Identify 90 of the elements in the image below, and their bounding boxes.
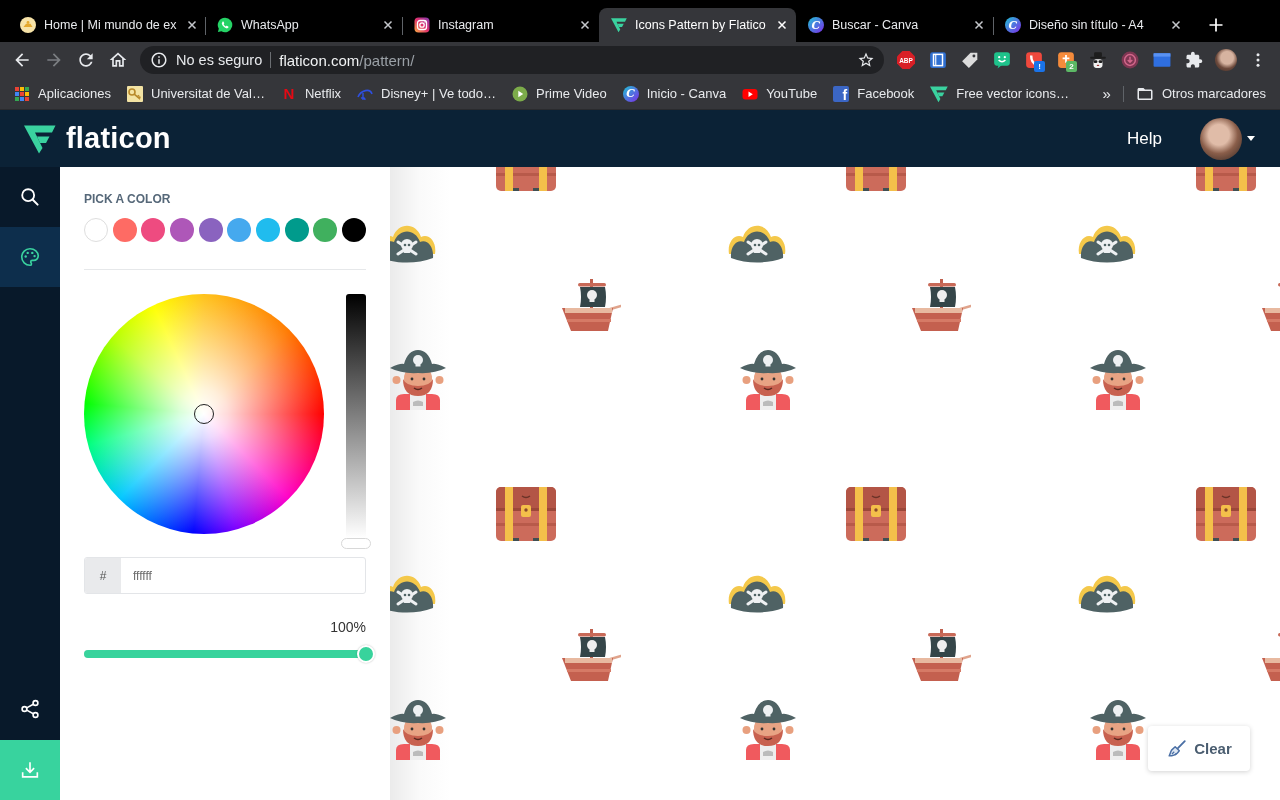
extension-badge: 2: [1066, 61, 1077, 72]
help-link[interactable]: Help: [1127, 128, 1162, 149]
security-label: No es seguro: [176, 52, 263, 68]
brightness-slider[interactable]: [341, 294, 371, 549]
apps-grid-icon: [14, 85, 30, 102]
pirate-icon: [740, 700, 796, 760]
clear-button[interactable]: Clear: [1148, 726, 1250, 771]
phone-bubble-icon: [217, 17, 233, 33]
avatar[interactable]: [1215, 49, 1237, 71]
color-button[interactable]: [0, 227, 60, 287]
spy-icon[interactable]: [1089, 51, 1107, 69]
color-swatch[interactable]: [84, 218, 108, 242]
circle-logo-icon: [20, 17, 36, 33]
camera-icon: [414, 17, 430, 33]
bookmark-folder[interactable]: Otros marcadores: [1135, 84, 1266, 103]
extension-badge: !: [1034, 61, 1045, 72]
bookmark-link[interactable]: Prime Video: [512, 85, 607, 102]
slider-thumb[interactable]: [357, 645, 375, 663]
slider-handle[interactable]: [341, 538, 371, 549]
color-swatch[interactable]: [198, 218, 223, 242]
info-icon[interactable]: [150, 51, 168, 69]
bookmark-link[interactable]: Disney+ | Ve todo…: [357, 85, 497, 102]
ship-icon: [911, 629, 971, 681]
color-swatch[interactable]: [341, 218, 366, 242]
tag-icon[interactable]: [961, 51, 979, 69]
logo-mark: C: [622, 85, 639, 102]
color-swatch[interactable]: [169, 218, 194, 242]
logo-mark: N: [282, 85, 296, 102]
bookmark-link[interactable]: C Inicio - Canva: [622, 85, 727, 102]
broom-icon: [1166, 737, 1189, 760]
play-icon: [512, 85, 529, 102]
browser-tab[interactable]: Instagram: [402, 8, 599, 42]
browser-tab[interactable]: C Buscar - Canva: [796, 8, 993, 42]
bookmark-link[interactable]: f Facebook: [833, 85, 915, 102]
home-icon[interactable]: [108, 50, 128, 70]
ship-icon: [561, 279, 621, 331]
bookmarks-overflow[interactable]: »: [1102, 85, 1111, 102]
logo-icon: [930, 84, 949, 103]
download-icon[interactable]: [1121, 51, 1139, 69]
caret-icon[interactable]: [1247, 136, 1255, 141]
palette-icon: [19, 246, 41, 268]
browser-tab[interactable]: C Diseño sin título - A4: [993, 8, 1190, 42]
brand-name[interactable]: flaticon: [66, 122, 171, 155]
color-swatch[interactable]: [313, 218, 338, 242]
star-icon[interactable]: [857, 51, 875, 69]
chest-icon: [846, 487, 906, 541]
color-swatch[interactable]: [112, 218, 137, 242]
bookmark-link[interactable]: Aplicaciones: [14, 85, 111, 102]
hex-prefix: #: [85, 558, 121, 593]
share-icon: [19, 698, 41, 720]
logo-icon[interactable]: [24, 123, 56, 154]
new-tab-icon[interactable]: [1208, 17, 1224, 33]
browser-tab[interactable]: WhatsApp: [205, 8, 402, 42]
logo-mark: f: [833, 85, 850, 102]
color-swatch[interactable]: [284, 218, 309, 242]
url-text: flaticon.com/pattern/: [279, 51, 415, 69]
color-swatch[interactable]: [255, 218, 280, 242]
bookmark-link[interactable]: Free vector icons…: [930, 84, 1070, 103]
opacity-value: 100%: [330, 618, 366, 636]
logo-mark: C: [808, 17, 824, 33]
puzzle-icon[interactable]: [1185, 51, 1203, 69]
download-icon: [19, 759, 41, 781]
color-swatch[interactable]: [227, 218, 252, 242]
pirate-icon: [740, 350, 796, 410]
color-swatch[interactable]: [141, 218, 166, 242]
avatar[interactable]: [1200, 117, 1242, 160]
bookmark-link[interactable]: Universitat de Val…: [127, 85, 265, 102]
browser-tab[interactable]: Icons Pattern by Flatico: [599, 8, 796, 42]
reload-icon[interactable]: [76, 50, 96, 70]
pirate-icon: [1090, 700, 1146, 760]
search-icon: [19, 186, 41, 208]
chest-icon: [496, 487, 556, 541]
ship-icon: [911, 279, 971, 331]
bookmark-link[interactable]: N Netflix: [280, 85, 342, 102]
hex-input[interactable]: # ffffff: [84, 557, 366, 594]
logo-mark: C: [1005, 17, 1021, 33]
browser-tab[interactable]: Home | Mi mundo de ex: [8, 8, 205, 42]
pirate-icon: [390, 350, 446, 410]
window-icon[interactable]: [1153, 51, 1171, 69]
pirate-icon: [390, 700, 446, 760]
pirate-icon: [1090, 350, 1146, 410]
logo-icon: [611, 17, 627, 33]
key-icon: [127, 85, 143, 102]
ship-icon: [561, 629, 621, 681]
chest-icon: [1196, 487, 1256, 541]
section-title: PICK A COLOR: [84, 191, 172, 207]
chat-icon[interactable]: [993, 51, 1011, 69]
bookmark-link[interactable]: YouTube: [742, 85, 818, 102]
address-bar[interactable]: No es seguro flaticon.com/pattern/: [140, 46, 884, 74]
book-icon[interactable]: [929, 51, 947, 69]
